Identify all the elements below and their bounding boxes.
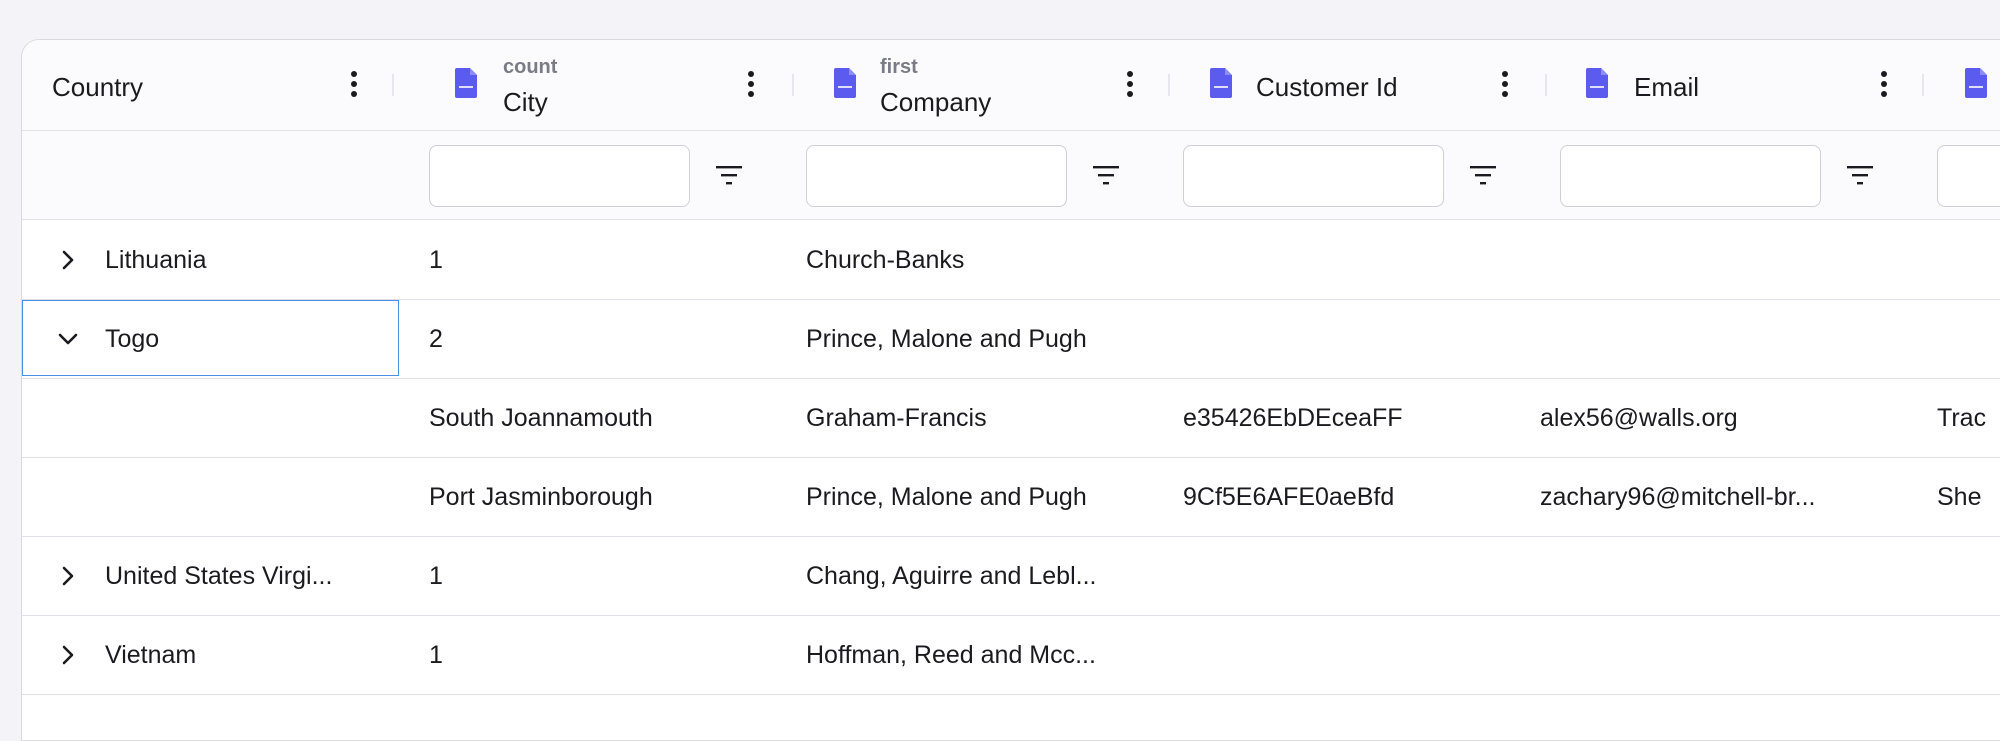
filter-icon[interactable] bbox=[1093, 164, 1119, 186]
company-cell: Prince, Malone and Pugh bbox=[806, 483, 1087, 511]
customer-id-cell: 9Cf5E6AFE0aeBfd bbox=[1183, 483, 1395, 511]
country-cell: Togo bbox=[105, 325, 160, 353]
column-title: Company bbox=[880, 87, 992, 117]
filter-icon[interactable] bbox=[1470, 164, 1496, 186]
chevron-right-icon[interactable] bbox=[56, 248, 80, 272]
email-cell: zachary96@mitchell-br... bbox=[1540, 483, 1816, 511]
city-cell: South Joannamouth bbox=[429, 404, 653, 432]
city-cell: 1 bbox=[429, 246, 443, 274]
company-cell: Prince, Malone and Pugh bbox=[806, 325, 1087, 353]
email-cell: alex56@walls.org bbox=[1540, 404, 1738, 432]
file-icon bbox=[834, 68, 856, 98]
table-row[interactable]: Port Jasminborough Prince, Malone and Pu… bbox=[22, 458, 2000, 537]
column-aggregation-label: first bbox=[880, 56, 918, 78]
company-cell: Graham-Francis bbox=[806, 404, 987, 432]
customer-id-filter-input[interactable] bbox=[1183, 145, 1444, 207]
company-cell: Hoffman, Reed and Mcc... bbox=[806, 641, 1096, 669]
table-row[interactable]: Lithuania 1 Church-Banks bbox=[22, 221, 2000, 300]
email-filter-input[interactable] bbox=[1560, 145, 1821, 207]
column-title: Customer Id bbox=[1256, 72, 1398, 102]
extra-cell: She bbox=[1937, 483, 1982, 511]
column-menu-icon[interactable] bbox=[350, 70, 358, 98]
column-menu-icon[interactable] bbox=[1501, 70, 1509, 98]
company-cell: Chang, Aguirre and Lebl... bbox=[806, 562, 1097, 590]
country-cell: United States Virgi... bbox=[105, 562, 333, 590]
country-cell: Vietnam bbox=[105, 641, 197, 669]
column-title: Country bbox=[52, 72, 144, 102]
customer-id-cell: e35426EbDEceaFF bbox=[1183, 404, 1403, 432]
chevron-right-icon[interactable] bbox=[56, 643, 80, 667]
column-menu-icon[interactable] bbox=[1880, 70, 1888, 98]
chevron-right-icon[interactable] bbox=[56, 564, 80, 588]
column-header-extra[interactable] bbox=[1907, 40, 2000, 130]
column-header-city[interactable]: count City bbox=[399, 40, 794, 130]
city-filter-input[interactable] bbox=[429, 145, 690, 207]
table-row[interactable]: United States Virgi... 1 Chang, Aguirre … bbox=[22, 537, 2000, 616]
column-title: City bbox=[503, 87, 548, 117]
column-menu-icon[interactable] bbox=[1126, 70, 1134, 98]
table-row[interactable]: Togo 2 Prince, Malone and Pugh bbox=[22, 300, 2000, 379]
chevron-down-icon[interactable] bbox=[56, 327, 80, 351]
table-row[interactable]: Vietnam 1 Hoffman, Reed and Mcc... bbox=[22, 616, 2000, 695]
company-filter-input[interactable] bbox=[806, 145, 1067, 207]
column-menu-icon[interactable] bbox=[747, 70, 755, 98]
column-separator[interactable] bbox=[392, 74, 394, 96]
country-cell: Lithuania bbox=[105, 246, 207, 274]
file-icon bbox=[1586, 68, 1608, 98]
filter-icon[interactable] bbox=[716, 164, 742, 186]
column-header-company[interactable]: first Company bbox=[776, 40, 1170, 130]
city-cell: 2 bbox=[429, 325, 443, 353]
data-grid: Country count City first Company Custome… bbox=[21, 39, 2000, 741]
city-cell: 1 bbox=[429, 562, 443, 590]
column-header-customer-id[interactable]: Customer Id bbox=[1153, 40, 1547, 130]
column-aggregation-label: count bbox=[503, 56, 558, 78]
header-row: Country count City first Company Custome… bbox=[22, 40, 2000, 131]
city-cell: Port Jasminborough bbox=[429, 483, 653, 511]
table-row[interactable]: South Joannamouth Graham-Francis e35426E… bbox=[22, 379, 2000, 458]
table-row[interactable] bbox=[22, 695, 2000, 740]
file-icon bbox=[1965, 68, 1987, 98]
city-cell: 1 bbox=[429, 641, 443, 669]
file-icon bbox=[1210, 68, 1232, 98]
company-cell: Church-Banks bbox=[806, 246, 965, 274]
extra-cell: Trac bbox=[1937, 404, 1987, 432]
filter-icon[interactable] bbox=[1847, 164, 1873, 186]
file-icon bbox=[455, 68, 477, 98]
column-header-email[interactable]: Email bbox=[1530, 40, 1924, 130]
column-header-country[interactable]: Country bbox=[22, 40, 399, 130]
column-title: Email bbox=[1634, 72, 1700, 102]
extra-filter-input[interactable] bbox=[1937, 145, 2000, 207]
